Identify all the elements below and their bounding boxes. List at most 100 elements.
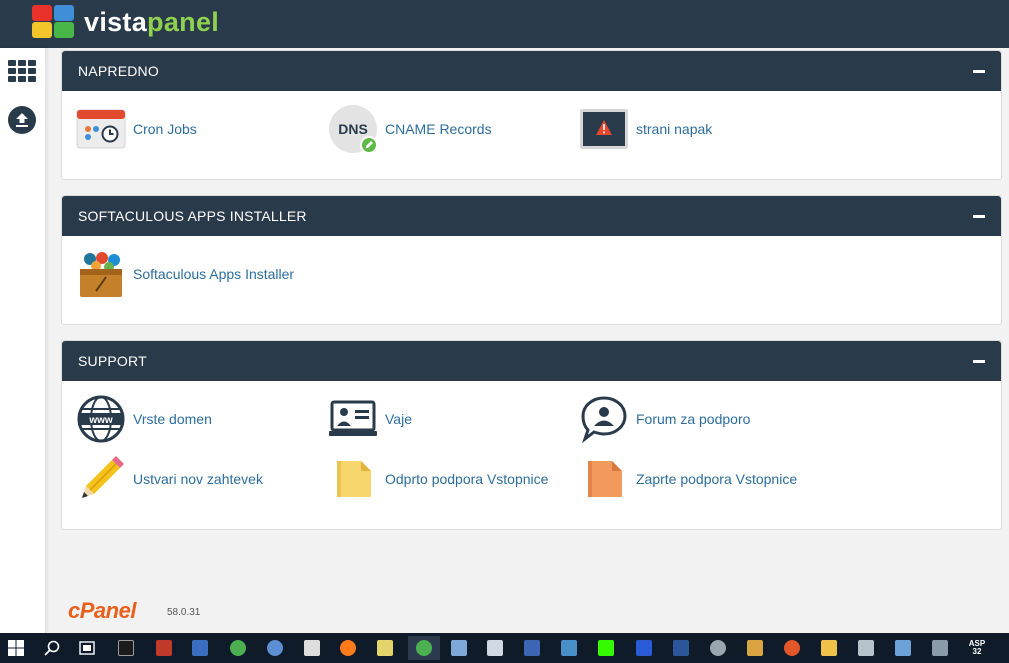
section-napredno: NAPREDNO Cron Jobs DNS CNAME Records str… [61,50,1002,180]
item-odprto-podpora[interactable]: Odprto podpora Vstopnice [328,454,548,504]
cube-icon [487,640,503,656]
app-icon [377,640,393,656]
item-cron-jobs[interactable]: Cron Jobs [76,104,197,154]
task-view-icon [79,641,95,655]
search-icon [44,640,60,656]
paint-icon [747,640,763,656]
top-header: vistapanel [0,0,1009,48]
section-header: SUPPORT [62,341,1001,381]
taskbar-app[interactable] [226,636,250,660]
left-sidebar [0,48,46,633]
app-icon [561,640,577,656]
save-disk-icon [192,640,208,656]
section-softaculous: SOFTACULOUS APPS INSTALLER Softaculous A… [61,195,1002,325]
dreamweaver-icon [598,640,614,656]
taskbar-app[interactable] [483,636,507,660]
app-icon [784,640,800,656]
asp-badge-bottom: 32 [972,647,982,656]
taskbar-app[interactable] [520,636,544,660]
forum-chat-icon [579,394,629,444]
taskbar-app[interactable] [373,636,397,660]
asp-badge-icon: ASP 32 [969,640,985,656]
taskbar-app[interactable] [300,636,324,660]
taskbar-app[interactable] [854,636,878,660]
item-zaprte-podpora[interactable]: Zaprte podpora Vstopnice [579,454,797,504]
upload-button[interactable] [6,104,38,136]
taskbar-app[interactable] [188,636,212,660]
cron-jobs-icon [76,104,126,154]
taskbar-app[interactable] [263,636,287,660]
section-title: SUPPORT [78,353,147,369]
video-tutorial-icon [328,394,378,444]
section-support: SUPPORT www Vrste domen Vaje Forum za po… [61,340,1002,530]
taskbar-app[interactable] [928,636,952,660]
windows-logo-icon [8,640,24,656]
item-vrste-domen[interactable]: www Vrste domen [76,394,212,444]
dns-icon: DNS [328,104,378,154]
collapse-button[interactable] [973,359,985,363]
chrome-icon [230,640,246,656]
cpanel-logo: cPanel [68,598,136,623]
file-explorer-icon [821,640,837,656]
logo-text-main: vista [84,6,148,37]
taskbar-app[interactable] [557,636,581,660]
item-label: Vaje [385,411,412,427]
taskbar-app[interactable] [594,636,618,660]
item-label: Vrste domen [133,411,212,427]
item-label: Cron Jobs [133,121,197,137]
taskbar-app[interactable] [817,636,841,660]
section-header: SOFTACULOUS APPS INSTALLER [62,196,1001,236]
logo-text: vistapanel [84,7,219,38]
logo-text-accent: panel [147,6,220,37]
app-icon [451,640,467,656]
dns-icon-text: DNS [338,121,368,137]
item-cname-records[interactable]: DNS CNAME Records [328,104,492,154]
apps-grid-button[interactable] [6,55,38,87]
tools-icon [932,640,948,656]
windows-start-button[interactable] [4,636,28,660]
softaculous-icon [76,249,126,299]
item-label: Zaprte podpora Vstopnice [636,471,798,487]
app-icon [636,640,652,656]
taskbar-app-asp[interactable]: ASP 32 [965,636,989,660]
search-button[interactable] [40,636,64,660]
upload-icon [8,106,36,134]
notepad-icon [304,640,320,656]
taskbar-app[interactable] [152,636,176,660]
chrome-icon [416,640,432,656]
vistapanel-logo[interactable]: vistapanel [32,5,219,39]
collapse-button[interactable] [973,69,985,73]
item-vaje[interactable]: Vaje [328,394,412,444]
item-label: Softaculous Apps Installer [133,266,295,282]
item-label: Odprto podpora Vstopnice [385,471,549,487]
item-label: strani napak [636,121,713,137]
taskbar-app[interactable] [780,636,804,660]
www-icon-text: www [88,415,113,426]
section-header: NAPREDNO [62,51,1001,91]
task-view-button[interactable] [75,636,99,660]
app-icon [858,640,874,656]
taskbar-app[interactable] [114,636,138,660]
item-label: CNAME Records [385,121,492,137]
item-strani-napak[interactable]: strani napak [579,104,712,154]
item-softaculous[interactable]: Softaculous Apps Installer [76,249,294,299]
windows-taskbar: ASP 32 [0,633,1009,663]
taskbar-app[interactable] [706,636,730,660]
closed-folder-icon [579,454,629,504]
taskbar-app[interactable] [632,636,656,660]
item-forum-za-podporo[interactable]: Forum za podporo [579,394,750,444]
item-label: Forum za podporo [636,411,751,427]
taskbar-app[interactable] [669,636,693,660]
taskbar-app[interactable] [336,636,360,660]
taskbar-app[interactable] [447,636,471,660]
item-ustvari-nov-zahtevek[interactable]: Ustvari nov zahtevek [76,454,263,504]
collapse-button[interactable] [973,214,985,218]
taskbar-app[interactable] [743,636,767,660]
section-title: NAPREDNO [78,63,159,79]
section-title: SOFTACULOUS APPS INSTALLER [78,208,307,224]
word-icon [673,640,689,656]
www-globe-icon: www [76,394,126,444]
taskbar-app-chrome-active[interactable] [408,636,440,660]
app-icon [524,640,540,656]
taskbar-app[interactable] [891,636,915,660]
